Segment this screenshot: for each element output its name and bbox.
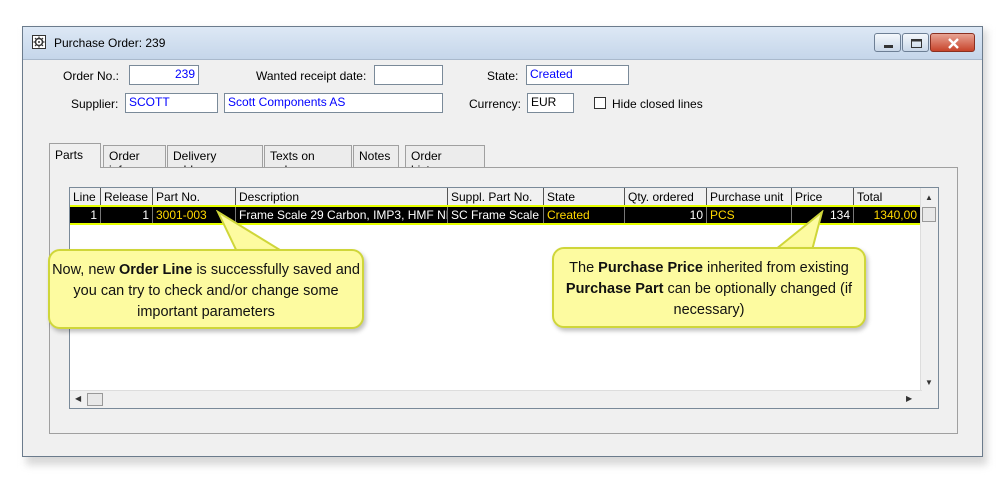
cell-qty-ordered[interactable]: 10 (625, 207, 707, 223)
tab-order-info[interactable]: Order info (103, 145, 166, 177)
wanted-receipt-date-field[interactable] (374, 65, 443, 85)
supplier-name-field[interactable]: Scott Components AS (224, 93, 443, 113)
minimize-button[interactable] (874, 33, 901, 52)
scroll-right-icon[interactable]: ▶ (906, 394, 912, 403)
cell-suppl-part-no[interactable]: SC Frame Scale (448, 207, 544, 223)
horizontal-scroll-thumb[interactable] (87, 393, 103, 406)
maximize-button[interactable] (902, 33, 929, 52)
currency-label: Currency: (469, 97, 522, 111)
left-callout: Now, new Order Line is successfully save… (48, 249, 364, 329)
column-header-release[interactable]: Release (101, 188, 153, 206)
vertical-scrollbar[interactable]: ▲ ▼ (920, 188, 938, 408)
horizontal-scrollbar[interactable]: ◀ ▶ (70, 390, 922, 408)
order-no-label: Order No.: (63, 69, 120, 83)
right-callout-bold-2: Purchase Part (565, 281, 664, 297)
wanted-receipt-date-label: Wanted receipt date: (256, 69, 367, 83)
state-field[interactable]: Created (526, 65, 629, 85)
hide-closed-lines-label: Hide closed lines (612, 97, 703, 111)
currency-field[interactable]: EUR (527, 93, 574, 113)
right-callout: The Purchase Price inherited from existi… (552, 247, 866, 328)
right-callout-text-1: The (569, 260, 599, 276)
column-header-total[interactable]: Total (854, 188, 922, 206)
right-callout-text-3: can be optionally changed (if necessary) (663, 281, 853, 318)
cell-release[interactable]: 1 (101, 207, 153, 223)
column-header-price[interactable]: Price (792, 188, 854, 206)
scroll-down-icon[interactable]: ▼ (925, 378, 933, 387)
column-header-qty-ordered[interactable]: Qty. ordered (625, 188, 707, 206)
right-callout-text-2: inherited from existing (702, 260, 849, 276)
scroll-up-icon[interactable]: ▲ (925, 193, 933, 202)
column-header-line[interactable]: Line (70, 188, 101, 206)
close-icon (948, 38, 959, 49)
supplier-label: Supplier: (71, 97, 119, 111)
column-header-state[interactable]: State (544, 188, 625, 206)
column-header-suppl-part-no[interactable]: Suppl. Part No. (448, 188, 544, 206)
supplier-code-field[interactable]: SCOTT (125, 93, 218, 113)
tab-parts[interactable]: Parts (49, 143, 101, 168)
state-label: State: (487, 69, 519, 83)
left-callout-text-1: Now, new (52, 262, 119, 278)
order-no-field[interactable]: 239 (129, 65, 199, 85)
close-button[interactable] (930, 33, 975, 52)
scroll-left-icon[interactable]: ◀ (75, 394, 81, 403)
left-callout-bold-1: Order Line (118, 262, 193, 278)
app-gear-icon (32, 35, 46, 49)
column-header-description[interactable]: Description (236, 188, 448, 206)
tab-order-history[interactable]: Order history (405, 145, 485, 177)
tab-notes[interactable]: Notes (353, 145, 399, 167)
column-header-part-no[interactable]: Part No. (153, 188, 236, 206)
grid-header: Line Release Part No. Description Suppl.… (70, 188, 938, 206)
right-callout-bold-1: Purchase Price (598, 260, 703, 276)
hide-closed-lines-checkbox[interactable] (594, 97, 606, 109)
cell-state[interactable]: Created (544, 207, 625, 223)
vertical-scroll-thumb[interactable] (922, 207, 936, 222)
cell-total[interactable]: 1340,00 (854, 207, 921, 223)
tab-delivery-address[interactable]: Delivery address (167, 145, 263, 177)
title-bar[interactable]: Purchase Order: 239 (23, 27, 982, 60)
tab-texts-on-order[interactable]: Texts on order (264, 145, 352, 177)
maximize-icon (911, 39, 922, 48)
window-title: Purchase Order: 239 (54, 36, 166, 50)
column-header-purchase-unit[interactable]: Purchase unit (707, 188, 792, 206)
cell-line[interactable]: 1 (70, 207, 101, 223)
minimize-icon (884, 45, 893, 48)
